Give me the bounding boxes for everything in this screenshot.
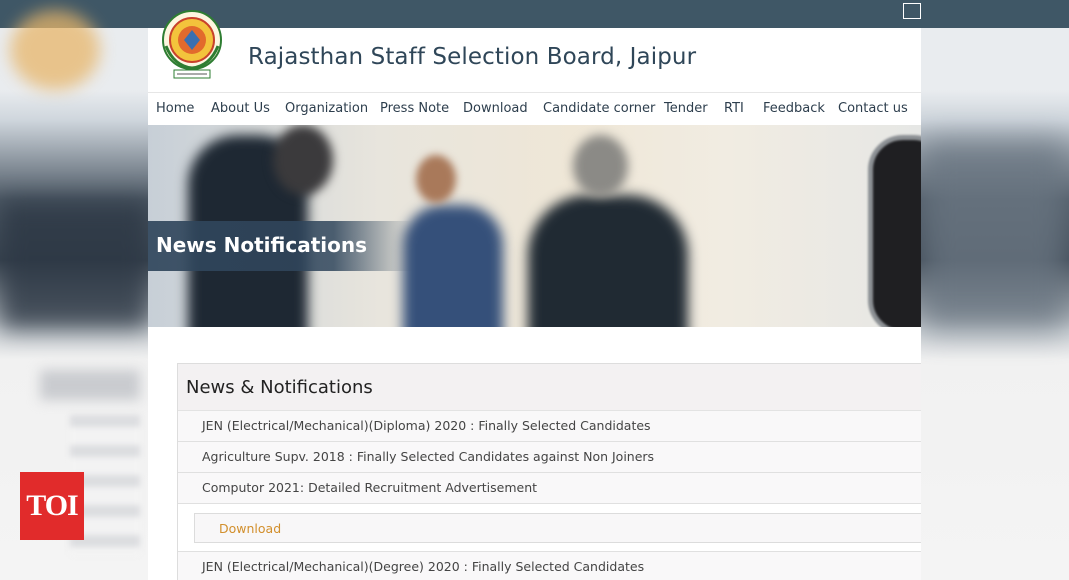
- nav-candidate-corner[interactable]: Candidate corner: [543, 101, 655, 116]
- news-panel: News & Notifications JEN (Electrical/Mec…: [177, 363, 921, 580]
- nav-about-us[interactable]: About Us: [211, 101, 270, 116]
- background-logo-blur: [10, 10, 100, 90]
- nav-contact-us[interactable]: Contact us: [838, 101, 908, 116]
- top-bar: [148, 0, 921, 28]
- banner-figure-head: [273, 125, 333, 195]
- nav-rti[interactable]: RTI: [724, 101, 744, 116]
- nav-press-note[interactable]: Press Note: [380, 101, 449, 116]
- news-item[interactable]: Computor 2021: Detailed Recruitment Adve…: [178, 473, 921, 504]
- download-link[interactable]: Download: [219, 521, 281, 536]
- news-item-link[interactable]: JEN (Electrical/Mechanical)(Degree) 2020…: [202, 559, 644, 574]
- news-item-link[interactable]: Computor 2021: Detailed Recruitment Adve…: [202, 480, 537, 495]
- banner-figure: [528, 195, 688, 327]
- site-title: Rajasthan Staff Selection Board, Jaipur: [248, 44, 697, 70]
- hero-banner: News Notifications: [148, 125, 921, 327]
- microphone-image: [868, 135, 921, 327]
- background-figure-blur-right: [919, 140, 1069, 330]
- banner-title: News Notifications: [156, 233, 368, 257]
- background-heading-blur: [40, 370, 140, 400]
- banner-figure: [403, 205, 503, 327]
- banner-figure-head: [416, 155, 456, 203]
- news-item-attachment: Download: [178, 504, 921, 552]
- banner-figure-head: [573, 135, 628, 197]
- main-content: News & Notifications JEN (Electrical/Mec…: [148, 327, 921, 580]
- background-figure-blur: [0, 200, 150, 330]
- toi-badge: TOI: [20, 472, 84, 540]
- news-item-link[interactable]: JEN (Electrical/Mechanical)(Diploma) 202…: [202, 418, 651, 433]
- news-item[interactable]: JEN (Electrical/Mechanical)(Degree) 2020…: [178, 552, 921, 580]
- website-page: Rajasthan Staff Selection Board, Jaipur …: [148, 0, 921, 580]
- news-item[interactable]: Agriculture Supv. 2018 : Finally Selecte…: [178, 442, 921, 473]
- toi-badge-text: TOI: [26, 489, 78, 522]
- download-link-box[interactable]: Download: [194, 513, 921, 543]
- nav-feedback[interactable]: Feedback: [763, 101, 825, 116]
- nav-organization[interactable]: Organization: [285, 101, 368, 116]
- nav-tender[interactable]: Tender: [664, 101, 708, 116]
- news-item-link[interactable]: Agriculture Supv. 2018 : Finally Selecte…: [202, 449, 654, 464]
- nav-home[interactable]: Home: [156, 101, 194, 116]
- news-item[interactable]: JEN (Electrical/Mechanical)(Diploma) 202…: [178, 411, 921, 442]
- site-header: Rajasthan Staff Selection Board, Jaipur: [148, 10, 921, 92]
- news-panel-header: News & Notifications: [178, 364, 921, 411]
- main-nav: Home About Us Organization Press Note Do…: [148, 92, 921, 125]
- window-box-icon[interactable]: [903, 3, 921, 19]
- banner-label: News Notifications: [148, 221, 413, 271]
- news-panel-title: News & Notifications: [186, 377, 373, 398]
- nav-download[interactable]: Download: [463, 101, 528, 116]
- emblem-logo-icon[interactable]: [160, 10, 224, 84]
